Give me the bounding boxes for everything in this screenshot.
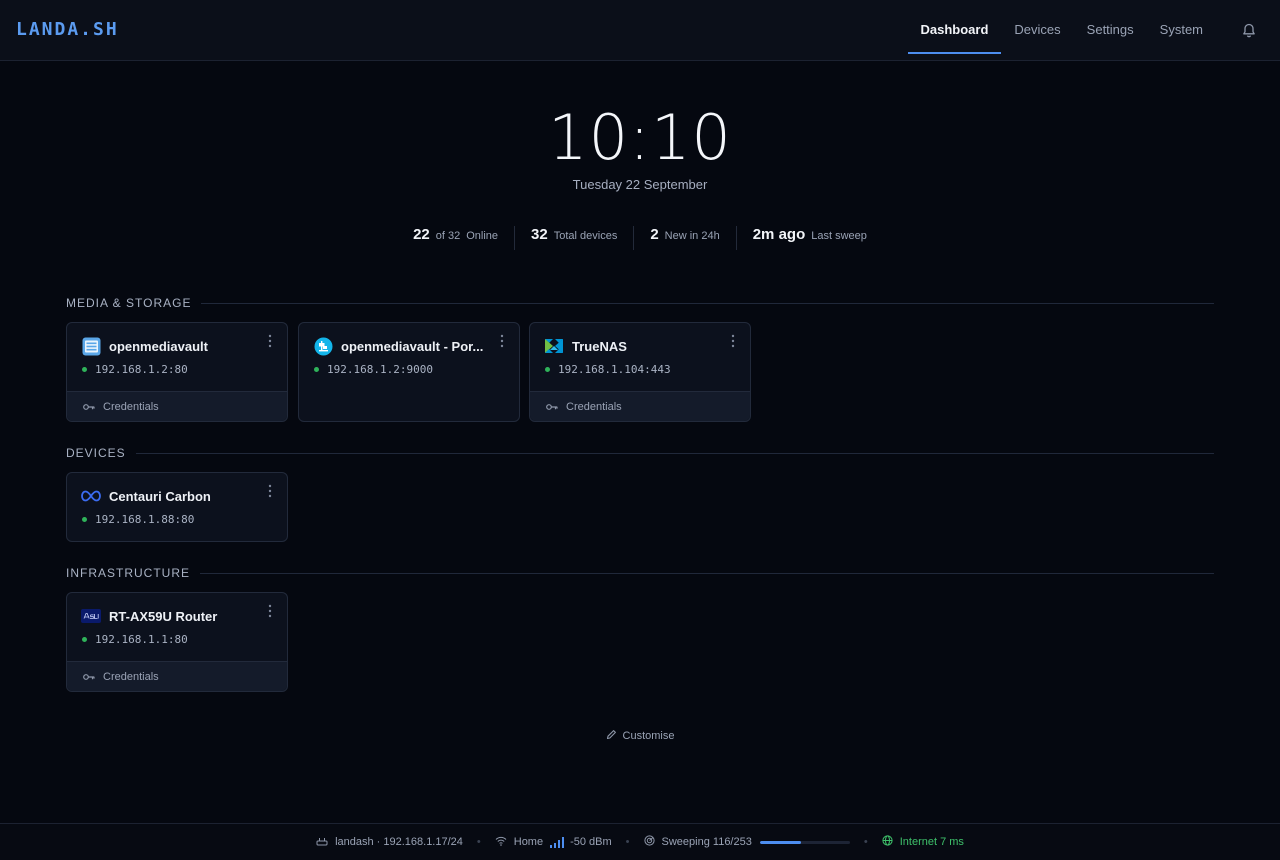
service-address: 192.168.1.88:80 xyxy=(95,513,195,526)
brand-logo[interactable]: LANDA.SH xyxy=(16,19,119,40)
service-card-router[interactable]: RT-AX59U Router 192.168.1.1:80 Credentia… xyxy=(66,592,288,692)
stat-new-label: New in 24h xyxy=(664,230,720,242)
service-name: openmediavault - Por... xyxy=(341,338,484,354)
globe-icon xyxy=(882,835,893,849)
sweep-progress-bar xyxy=(759,840,850,844)
footer-host: landash · 192.168.1.17/24 xyxy=(316,836,463,849)
service-address: 192.168.1.1:80 xyxy=(95,633,188,646)
pencil-icon xyxy=(606,727,617,745)
wifi-icon xyxy=(495,836,507,849)
stat-total-label: Total devices xyxy=(553,230,618,242)
stat-sweep: 2m ago Last sweep xyxy=(735,226,883,250)
radar-icon xyxy=(643,835,655,849)
credentials-label: Credentials xyxy=(566,400,622,413)
credentials-label: Credentials xyxy=(103,670,159,683)
more-menu-icon[interactable] xyxy=(267,604,273,620)
status-footer: landash · 192.168.1.17/24 • Home -50 dBm… xyxy=(0,823,1280,860)
more-menu-icon[interactable] xyxy=(267,334,273,350)
tab-settings[interactable]: Settings xyxy=(1074,6,1147,54)
section-title: DEVICES xyxy=(66,446,126,460)
portainer-icon xyxy=(313,336,333,356)
main-nav: Dashboard Devices Settings System xyxy=(907,0,1280,60)
footer-separator: • xyxy=(476,836,481,848)
clock-time: 10:10 xyxy=(548,101,732,174)
bell-icon[interactable] xyxy=(1226,0,1272,60)
asus-icon xyxy=(81,606,101,626)
tab-dashboard[interactable]: Dashboard xyxy=(907,6,1002,54)
service-name: Centauri Carbon xyxy=(109,488,211,504)
service-address: 192.168.1.2:80 xyxy=(95,363,188,376)
stat-sweep-label: Last sweep xyxy=(811,230,867,242)
section-divider xyxy=(201,302,1214,304)
stat-online-label: Online xyxy=(466,230,499,242)
service-address: 192.168.1.104:443 xyxy=(558,363,671,376)
infinity-icon xyxy=(81,486,101,506)
key-icon xyxy=(83,668,95,686)
online-status-dot xyxy=(545,367,550,372)
stat-online-of: of 32 xyxy=(435,230,461,242)
wifi-signal: -50 dBm xyxy=(570,836,612,848)
stats-bar: 22 of 32 Online 32 Total devices 2 New i… xyxy=(0,226,1280,250)
stat-online-count: 22 xyxy=(413,226,430,243)
credentials-button[interactable]: Credentials xyxy=(530,391,750,421)
top-bar: LANDA.SH Dashboard Devices Settings Syst… xyxy=(0,0,1280,61)
credentials-button[interactable]: Credentials xyxy=(67,391,287,421)
stat-online: 22 of 32 Online xyxy=(397,226,514,250)
openmediavault-icon xyxy=(81,336,101,356)
stat-new: 2 New in 24h xyxy=(633,226,735,250)
sweep-status: Sweeping 116/253 xyxy=(661,836,752,848)
section-devices: DEVICES xyxy=(66,445,1214,461)
credentials-label: Credentials xyxy=(103,400,159,413)
footer-separator: • xyxy=(625,836,630,848)
router-icon xyxy=(316,836,328,849)
online-status-dot xyxy=(82,637,87,642)
key-icon xyxy=(546,398,558,416)
section-infrastructure: INFRASTRUCTURE xyxy=(66,565,1214,581)
truenas-icon xyxy=(544,336,564,356)
footer-separator: • xyxy=(863,836,868,848)
clock-date: Tuesday 22 September xyxy=(572,177,708,192)
section-title: MEDIA & STORAGE xyxy=(66,296,192,310)
tab-devices[interactable]: Devices xyxy=(1001,6,1073,54)
more-menu-icon[interactable] xyxy=(730,334,736,350)
online-status-dot xyxy=(314,367,319,372)
footer-internet: Internet 7 ms xyxy=(882,835,964,849)
signal-bars-icon xyxy=(550,836,566,848)
credentials-button[interactable]: Credentials xyxy=(67,661,287,691)
service-card-portainer[interactable]: openmediavault - Por... 192.168.1.2:9000 xyxy=(298,322,520,422)
wifi-name: Home xyxy=(513,836,544,848)
more-menu-icon[interactable] xyxy=(499,334,505,350)
sweep-progress-fill xyxy=(759,840,802,844)
stat-sweep-value: 2m ago xyxy=(752,226,806,243)
section-divider xyxy=(200,572,1214,574)
customise-label: Customise xyxy=(622,730,675,742)
customise-button[interactable]: Customise xyxy=(0,727,1280,745)
service-card-centauri-carbon[interactable]: Centauri Carbon 192.168.1.88:80 xyxy=(66,472,288,542)
footer-wifi: Home -50 dBm xyxy=(495,836,612,849)
footer-host-text: landash · 192.168.1.17/24 xyxy=(335,836,463,848)
online-status-dot xyxy=(82,367,87,372)
service-address: 192.168.1.2:9000 xyxy=(327,363,433,376)
stat-total-count: 32 xyxy=(531,226,548,243)
online-status-dot xyxy=(82,517,87,522)
more-menu-icon[interactable] xyxy=(267,484,273,500)
stat-total: 32 Total devices xyxy=(514,226,633,250)
service-card-truenas[interactable]: TrueNAS 192.168.1.104:443 Credentials xyxy=(529,322,751,422)
section-title: INFRASTRUCTURE xyxy=(66,566,190,580)
service-name: openmediavault xyxy=(109,338,208,354)
stat-new-count: 2 xyxy=(650,226,659,243)
section-divider xyxy=(135,452,1214,454)
section-media-storage: MEDIA & STORAGE xyxy=(66,295,1214,311)
service-card-openmediavault[interactable]: openmediavault 192.168.1.2:80 Credential… xyxy=(66,322,288,422)
tab-system[interactable]: System xyxy=(1147,6,1216,54)
key-icon xyxy=(83,398,95,416)
footer-sweep: Sweeping 116/253 xyxy=(643,835,850,849)
service-name: RT-AX59U Router xyxy=(109,608,218,624)
internet-status: Internet 7 ms xyxy=(899,836,964,848)
service-name: TrueNAS xyxy=(572,338,627,354)
